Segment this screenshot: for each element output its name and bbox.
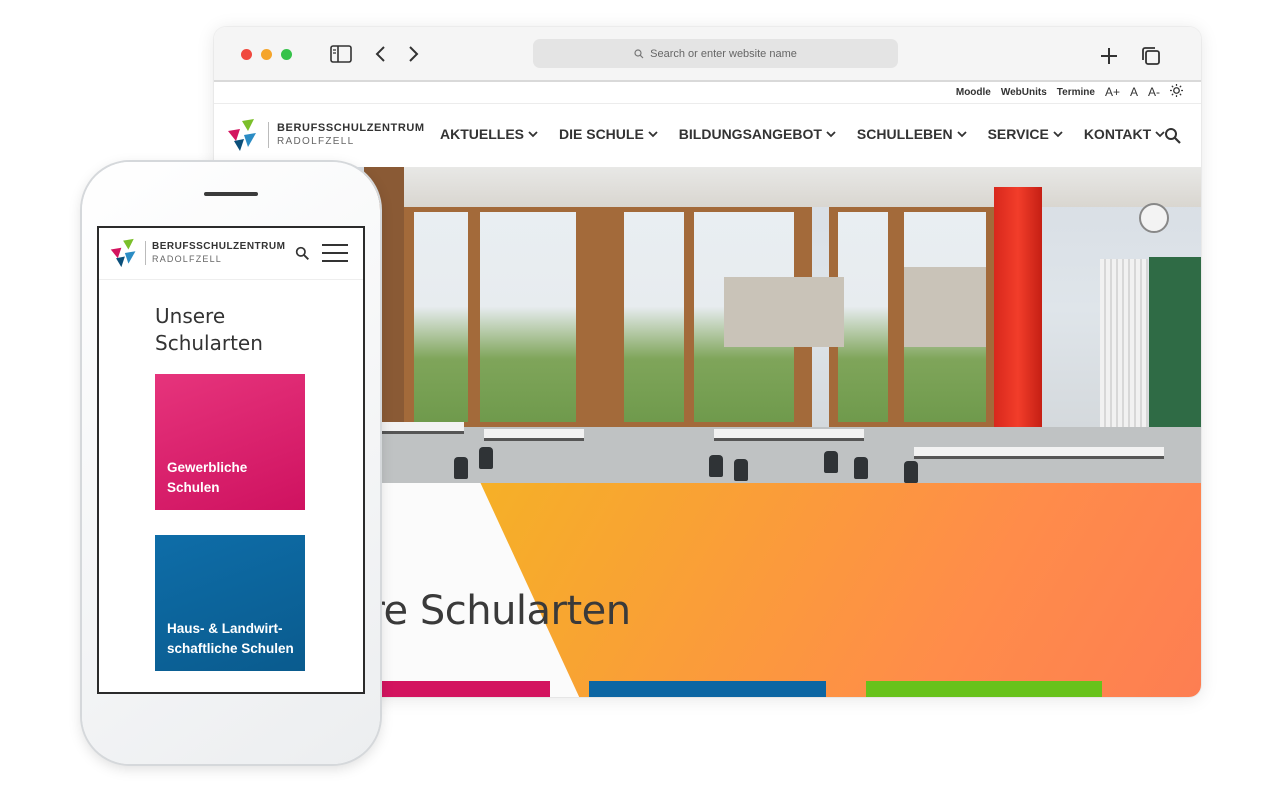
font-larger-button[interactable]: A+: [1105, 85, 1120, 99]
menu-bar: AKTUELLES DIE SCHULE BILDUNGSANGEBOT SCH…: [440, 126, 1165, 142]
hamburger-menu-icon[interactable]: [322, 244, 348, 262]
chevron-left-icon[interactable]: [372, 42, 390, 66]
search-icon: [634, 48, 644, 58]
menu-item-service[interactable]: SERVICE: [988, 126, 1063, 142]
chevron-down-icon: [956, 130, 967, 137]
mobile-site-logo[interactable]: BERUFSSCHULZENTRUM RADOLFZELL: [109, 237, 285, 269]
chevron-down-icon: [1053, 130, 1063, 137]
logo-line-2: RADOLFZELL: [277, 136, 355, 147]
font-normal-button[interactable]: A: [1130, 85, 1138, 99]
menu-item-kontakt[interactable]: KONTAKT: [1084, 126, 1165, 142]
card-label-line-2: schaftliche Schulen: [167, 641, 294, 656]
plus-icon[interactable]: [1098, 44, 1120, 68]
logo-line-1: BERUFSSCHULZENTRUM: [152, 241, 286, 252]
schulart-tile-blue[interactable]: [589, 681, 826, 697]
utility-bar: Moodle WebUnits Termine A+ A A-: [214, 82, 1201, 102]
moodle-link[interactable]: Moodle: [956, 87, 991, 98]
schulart-tile-magenta[interactable]: [379, 681, 550, 697]
menu-label: SERVICE: [987, 126, 1049, 142]
mobile-header: BERUFSSCHULZENTRUM RADOLFZELL: [99, 228, 363, 280]
menu-label: KONTAKT: [1083, 126, 1152, 142]
tabs-icon[interactable]: [1140, 44, 1162, 68]
menu-label: AKTUELLES: [440, 126, 524, 142]
phone-speaker: [204, 192, 258, 196]
logo-line-2: RADOLFZELL: [152, 254, 223, 264]
logo-mark-icon: [228, 119, 256, 151]
card-label-line-1: Gewerbliche: [167, 460, 248, 475]
menu-label: SCHULLEBEN: [856, 126, 953, 142]
webunits-link[interactable]: WebUnits: [1001, 87, 1047, 98]
phone-screen: BERUFSSCHULZENTRUM RADOLFZELL Unsere Sch…: [97, 226, 365, 694]
menu-item-bildungsangebot[interactable]: BILDUNGSANGEBOT: [679, 126, 836, 142]
card-gewerbliche-schulen[interactable]: Gewerbliche Schulen: [155, 374, 305, 510]
chevron-down-icon: [648, 130, 658, 137]
menu-label: BILDUNGSANGEBOT: [678, 126, 822, 142]
card-label-line-1: Haus- & Landwirt-: [167, 621, 283, 636]
browser-toolbar: Search or enter website name: [214, 27, 1201, 82]
mockup-stage: Search or enter website name Moodle WebU…: [0, 0, 1280, 800]
termine-link[interactable]: Termine: [1057, 87, 1095, 98]
search-icon[interactable]: [295, 246, 310, 261]
minimize-window-button[interactable]: [261, 49, 272, 60]
chevron-down-icon: [826, 130, 836, 137]
card-label-line-2: Schulen: [167, 480, 220, 495]
mobile-section-title: Unsere Schularten: [155, 304, 263, 355]
maximize-window-button[interactable]: [281, 49, 292, 60]
logo-mark-icon: [110, 238, 136, 268]
logo-line-1: BERUFSSCHULZENTRUM: [277, 122, 425, 134]
menu-item-die-schule[interactable]: DIE SCHULE: [559, 126, 658, 142]
schulart-tile-green[interactable]: [866, 681, 1102, 697]
font-smaller-button[interactable]: A-: [1148, 85, 1160, 99]
menu-item-schulleben[interactable]: SCHULLEBEN: [857, 126, 967, 142]
phone-mockup: BERUFSSCHULZENTRUM RADOLFZELL Unsere Sch…: [82, 162, 380, 764]
menu-label: DIE SCHULE: [559, 126, 644, 142]
sidebar-icon[interactable]: [329, 42, 353, 66]
main-navigation: BERUFSSCHULZENTRUM RADOLFZELL AKTUELLES …: [214, 103, 1201, 167]
close-window-button[interactable]: [241, 49, 252, 60]
address-bar[interactable]: Search or enter website name: [533, 39, 898, 68]
search-icon[interactable]: [1164, 127, 1182, 145]
chevron-down-icon: [528, 130, 538, 137]
card-haus-landwirtschaftliche-schulen[interactable]: Haus- & Landwirt- schaftliche Schulen: [155, 535, 305, 671]
site-logo[interactable]: BERUFSSCHULZENTRUM RADOLFZELL: [226, 117, 425, 153]
menu-item-aktuelles[interactable]: AKTUELLES: [440, 126, 538, 142]
sun-icon[interactable]: [1170, 84, 1183, 100]
chevron-right-icon[interactable]: [404, 42, 422, 66]
address-placeholder: Search or enter website name: [650, 47, 797, 60]
